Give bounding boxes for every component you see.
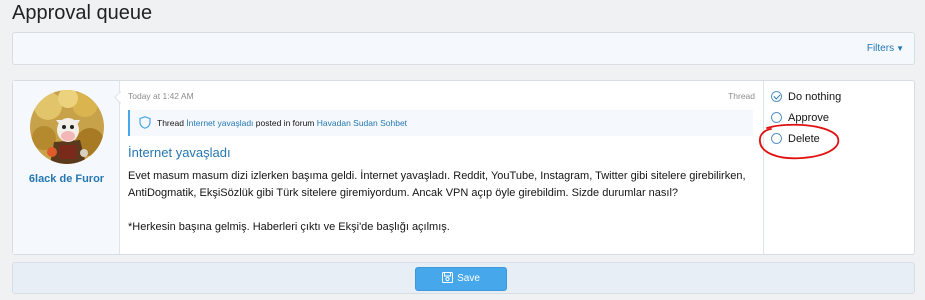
avatar[interactable] [30,90,104,164]
page-title: Approval queue [12,2,153,24]
radio-icon[interactable] [771,112,782,123]
radio-do-nothing[interactable]: Do nothing [771,91,841,103]
filters-button[interactable]: Filters ▼ [867,43,904,54]
option-label: Approve [788,112,829,124]
forum-link[interactable]: Havadan Sudan Sohbet [317,118,407,128]
radio-icon[interactable] [771,133,782,144]
thread-title[interactable]: İnternet yavaşladı [128,145,231,160]
notice-middle: posted in forum [255,118,315,128]
username-link[interactable]: 6lack de Furor [13,173,120,185]
content-type-label: Thread [728,91,755,101]
body-paragraph: Evet masum masum dizi izlerken başıma ge… [128,170,746,199]
radio-checked-icon[interactable] [771,91,782,102]
queue-item: 6lack de Furor Today at 1:42 AM Thread T… [12,80,915,255]
thread-link[interactable]: İnternet yavaşladı [186,118,253,128]
filters-label: Filters [866,43,895,54]
form-footer: Save [12,262,915,294]
action-options: Do nothing Approve Delete [763,81,914,254]
radio-approve[interactable]: Approve [771,112,829,124]
radio-delete[interactable]: Delete [771,133,820,145]
timestamp: Today at 1:42 AM [128,91,194,101]
notice-prefix: Thread [157,118,184,128]
save-label: Save [457,273,480,284]
caret-down-icon: ▼ [896,44,904,53]
shield-icon [139,116,151,129]
body-paragraph: *Herkesin başına gelmiş. Haberleri çıktı… [128,221,450,233]
save-icon [442,272,454,283]
message: Today at 1:42 AM Thread Thread İnternet … [121,81,763,254]
notice-text: Thread İnternet yavaşladı posted in foru… [157,118,407,128]
option-label: Do nothing [788,91,842,103]
user-column: 6lack de Furor [13,81,120,254]
save-button[interactable]: Save [415,267,507,291]
message-body: Evet masum masum dizi izlerken başıma ge… [128,168,753,253]
post-notice: Thread İnternet yavaşladı posted in foru… [128,110,753,136]
filter-bar: Filters ▼ [12,32,915,65]
option-label: Delete [788,133,820,145]
